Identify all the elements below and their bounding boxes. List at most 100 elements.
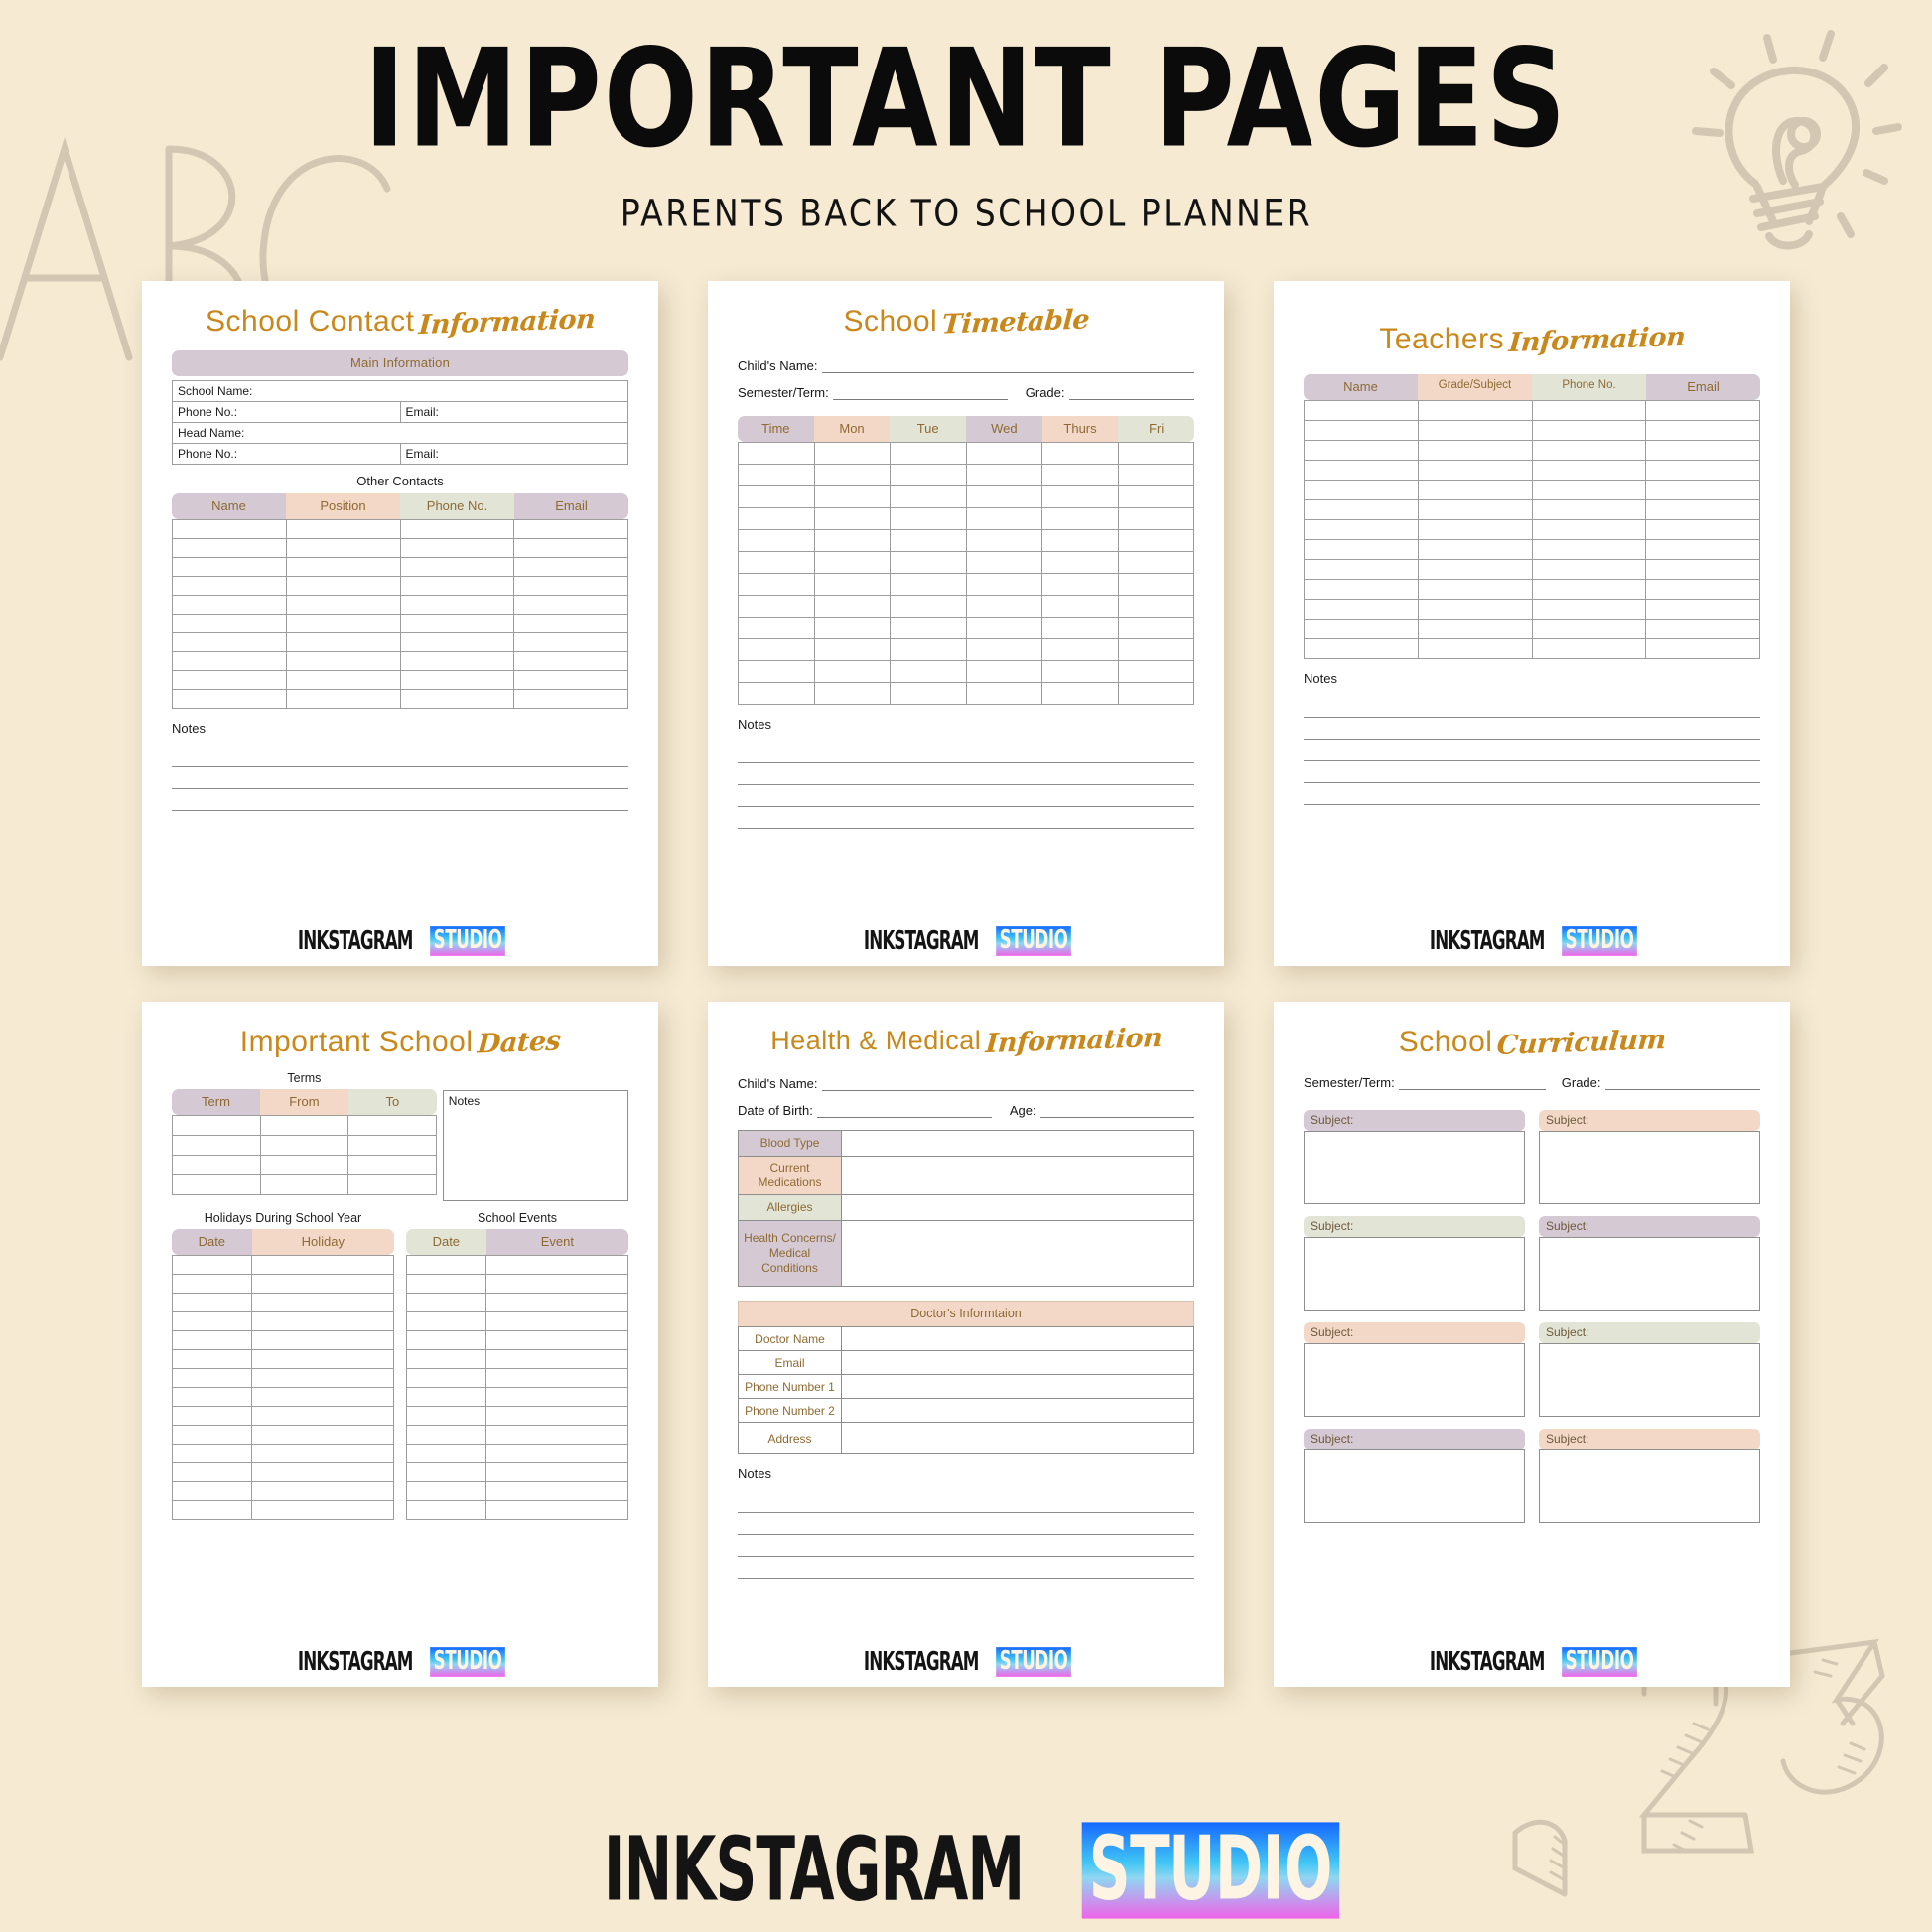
table-cell[interactable]: [1304, 559, 1419, 580]
table-cell[interactable]: [1417, 420, 1533, 441]
table-cell[interactable]: [285, 576, 401, 596]
table-cell[interactable]: [347, 1174, 437, 1195]
table-cell[interactable]: [172, 557, 287, 577]
table-cell[interactable]: [405, 1330, 487, 1350]
table-cell[interactable]: [171, 1349, 253, 1369]
table-cell[interactable]: [1417, 519, 1533, 540]
table-row[interactable]: [171, 1293, 394, 1312]
table-row[interactable]: [171, 1425, 394, 1445]
table-cell[interactable]: [1531, 400, 1647, 421]
table-cell[interactable]: [171, 1311, 253, 1331]
table-cell[interactable]: [285, 670, 401, 690]
table-cell[interactable]: [251, 1255, 394, 1275]
table-cell[interactable]: [890, 507, 967, 530]
table-cell[interactable]: [405, 1274, 487, 1294]
table-cell[interactable]: [171, 1274, 253, 1294]
table-row[interactable]: [1304, 420, 1760, 441]
table-row[interactable]: Email: [738, 1350, 1194, 1375]
table-row[interactable]: [405, 1500, 628, 1520]
table-row[interactable]: [1304, 619, 1760, 639]
table-cell[interactable]: [171, 1500, 253, 1520]
field-email-2[interactable]: Email:: [399, 443, 628, 465]
table-row[interactable]: [405, 1255, 628, 1275]
table-cell[interactable]: [965, 529, 1042, 552]
table-cell[interactable]: [1531, 559, 1647, 580]
sheet-health-medical-information[interactable]: Health & Medical Information Child's Nam…: [708, 1002, 1224, 1687]
table-cell[interactable]: [251, 1444, 394, 1463]
table-cell[interactable]: [890, 660, 967, 683]
table-cell[interactable]: [172, 632, 287, 652]
table-cell[interactable]: [485, 1462, 628, 1482]
table-cell[interactable]: [1645, 499, 1760, 520]
table-cell[interactable]: [485, 1425, 628, 1445]
table-cell[interactable]: [171, 1330, 253, 1350]
table-cell[interactable]: [171, 1293, 253, 1312]
table-cell[interactable]: [1117, 638, 1194, 661]
table-cell[interactable]: [251, 1406, 394, 1426]
field-semester-grade[interactable]: Semester/Term: Grade:: [1304, 1075, 1760, 1090]
table-cell[interactable]: [172, 538, 287, 558]
table-cell[interactable]: [813, 573, 891, 596]
note-line[interactable]: [738, 1557, 1194, 1579]
table-cell[interactable]: [485, 1368, 628, 1388]
table-cell[interactable]: [172, 1174, 261, 1195]
table-cell[interactable]: [172, 1155, 261, 1175]
table-row[interactable]: [738, 507, 1194, 530]
table-cell[interactable]: [485, 1293, 628, 1312]
subject-card-5[interactable]: Subject:: [1304, 1322, 1525, 1417]
subject-textarea[interactable]: [1539, 1343, 1760, 1417]
table-cell[interactable]: [1304, 519, 1419, 540]
table-cell[interactable]: [1417, 400, 1533, 421]
note-line[interactable]: [1304, 740, 1760, 761]
table-cell[interactable]: [513, 689, 628, 709]
table-cell[interactable]: [405, 1349, 487, 1369]
table-cell[interactable]: [399, 576, 515, 596]
table-cell[interactable]: [399, 614, 515, 633]
table-cell[interactable]: [513, 595, 628, 615]
table-cell[interactable]: [738, 464, 815, 486]
table-cell[interactable]: [399, 519, 515, 539]
table-row[interactable]: [405, 1462, 628, 1482]
table-cell[interactable]: [1117, 485, 1194, 508]
note-line[interactable]: [1304, 761, 1760, 783]
table-row[interactable]: [1304, 519, 1760, 540]
table-cell[interactable]: [1304, 480, 1419, 500]
table-cell[interactable]: [172, 1115, 261, 1136]
note-line[interactable]: [738, 742, 1194, 763]
table-cell[interactable]: [399, 538, 515, 558]
table-row[interactable]: [1304, 539, 1760, 560]
table-cell[interactable]: [965, 507, 1042, 530]
table-row[interactable]: [172, 689, 628, 709]
table-cell[interactable]: [1304, 420, 1419, 441]
grade-input[interactable]: [1604, 1077, 1760, 1090]
table-cell[interactable]: [171, 1481, 253, 1501]
table-row[interactable]: [172, 632, 628, 652]
table-cell[interactable]: [1117, 442, 1194, 465]
table-row[interactable]: [738, 485, 1194, 508]
table-row[interactable]: [172, 651, 628, 671]
table-cell[interactable]: [405, 1500, 487, 1520]
table-cell[interactable]: [405, 1444, 487, 1463]
table-cell[interactable]: [285, 557, 401, 577]
row-input-health-concerns[interactable]: [841, 1220, 1194, 1287]
table-cell[interactable]: [1041, 573, 1119, 596]
table-cell[interactable]: [1645, 539, 1760, 560]
table-row[interactable]: [405, 1349, 628, 1369]
other-contacts-table[interactable]: [172, 519, 628, 709]
table-row[interactable]: Head Name:: [172, 422, 628, 444]
table-cell[interactable]: [285, 689, 401, 709]
table-cell[interactable]: [259, 1155, 349, 1175]
field-phone-no-2[interactable]: Phone No.:: [172, 443, 401, 465]
sheet-teachers-information[interactable]: Teachers Information Name Grade/Subject …: [1274, 281, 1790, 966]
table-cell[interactable]: [1304, 499, 1419, 520]
table-cell[interactable]: [1117, 660, 1194, 683]
table-row[interactable]: [1304, 460, 1760, 481]
table-row[interactable]: [1304, 559, 1760, 580]
table-cell[interactable]: [1304, 400, 1419, 421]
table-cell[interactable]: [1417, 559, 1533, 580]
table-cell[interactable]: [285, 595, 401, 615]
subject-textarea[interactable]: [1539, 1449, 1760, 1523]
table-cell[interactable]: [1417, 440, 1533, 461]
table-cell[interactable]: [285, 614, 401, 633]
sheet-school-timetable[interactable]: School Timetable Child's Name: Semester/…: [708, 281, 1224, 966]
